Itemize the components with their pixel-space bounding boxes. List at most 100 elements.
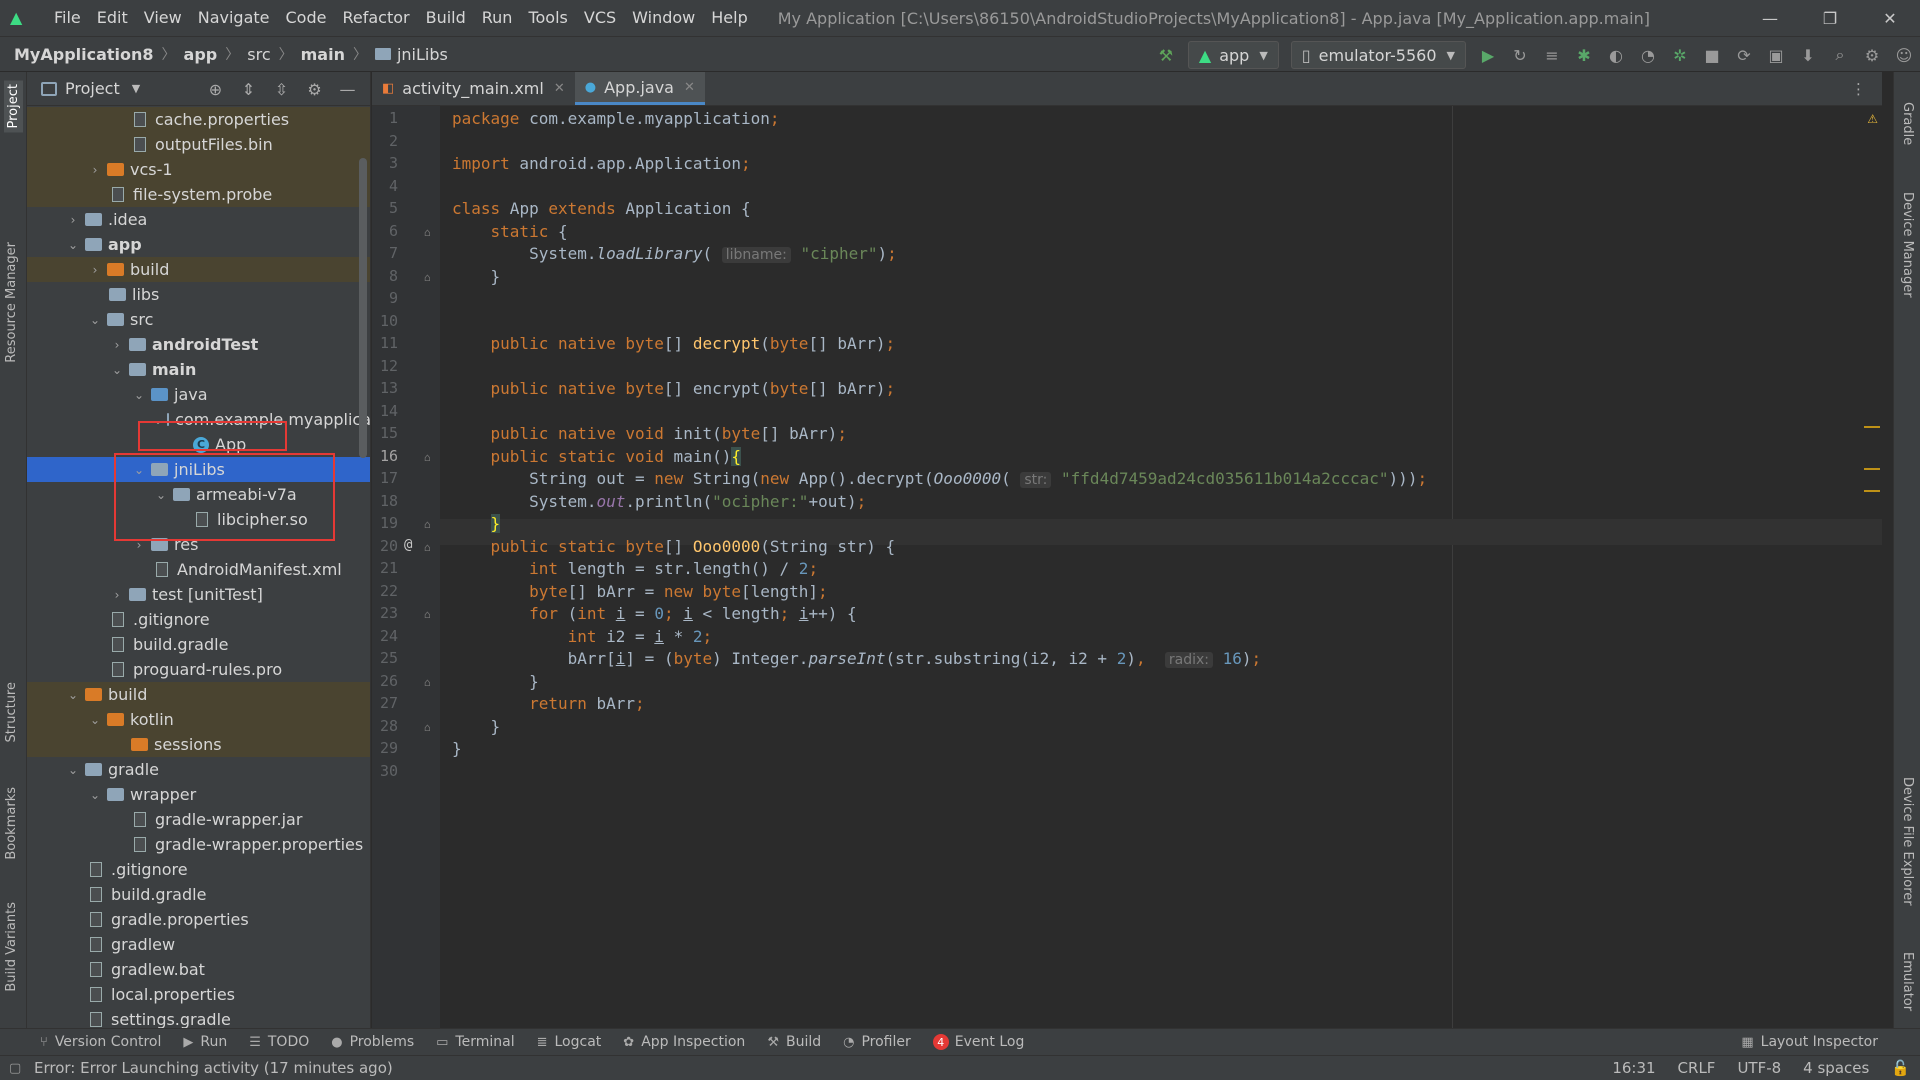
code-line[interactable]: public native byte[] decrypt(byte[] bArr… <box>452 334 896 353</box>
chevron-down-icon[interactable]: ⌄ <box>65 688 81 702</box>
menu-navigate[interactable]: Navigate <box>190 0 278 36</box>
tree-item[interactable]: ⌄ main <box>27 357 370 382</box>
more-tabs-icon[interactable]: ⋮ <box>1851 80 1866 98</box>
code-line[interactable]: String out = new String(new App().decryp… <box>452 469 1427 488</box>
code-line[interactable]: static { <box>452 222 568 241</box>
tree-scrollbar[interactable] <box>359 158 367 458</box>
tool-layout-inspector[interactable]: ▦ Layout Inspector <box>1741 1034 1878 1050</box>
chevron-right-icon[interactable]: › <box>87 263 103 277</box>
options-gear-icon[interactable]: ⚙ <box>298 80 331 99</box>
tree-item[interactable]: › vcs-1 <box>27 157 370 182</box>
chevron-down-icon[interactable]: ⌄ <box>87 788 103 802</box>
debug-icon[interactable]: ✱ <box>1568 41 1600 69</box>
code-line[interactable]: public static void main(){ <box>452 447 741 466</box>
device-select[interactable]: ▯ emulator-5560 ▼ <box>1290 41 1466 69</box>
code-line[interactable]: public native void init(byte[] bArr); <box>452 424 847 443</box>
lock-icon[interactable]: 🔓 <box>1891 1059 1910 1077</box>
fold-marker-icon[interactable]: ⌂ <box>424 721 431 734</box>
tree-item[interactable]: .gitignore <box>27 857 370 882</box>
code-line[interactable]: } <box>452 739 462 758</box>
code-line[interactable]: } <box>452 717 501 736</box>
fold-marker-icon[interactable]: ⌂ <box>424 676 431 689</box>
tree-item[interactable]: gradlew <box>27 932 370 957</box>
code-line[interactable]: int length = str.length() / 2; <box>452 559 818 578</box>
fold-marker-icon[interactable]: ⌂ <box>424 608 431 621</box>
tree-item[interactable]: outputFiles.bin <box>27 132 370 157</box>
sync-gradle-icon[interactable]: ⟳ <box>1728 41 1760 69</box>
tree-item[interactable]: ⌄ wrapper <box>27 782 370 807</box>
code-line[interactable]: class App extends Application { <box>452 199 751 218</box>
collapse-all-icon[interactable]: ⇳ <box>265 80 298 99</box>
code-line[interactable]: byte[] bArr = new byte[length]; <box>452 582 828 601</box>
status-message[interactable]: Error: Error Launching activity (17 minu… <box>34 1059 393 1077</box>
menu-run[interactable]: Run <box>474 0 521 36</box>
scroll-marker[interactable] <box>1864 468 1880 470</box>
tree-item[interactable]: file-system.probe <box>27 182 370 207</box>
tool-window-device-file-explorer[interactable]: Device File Explorer <box>1900 777 1915 906</box>
make-project-hammer-icon[interactable]: ⚒ <box>1150 41 1182 69</box>
fold-marker-icon[interactable]: ⌂ <box>424 518 431 531</box>
breadcrumb-app[interactable]: app <box>184 45 218 64</box>
locate-file-icon[interactable]: ⊕ <box>199 80 232 99</box>
chevron-down-icon[interactable]: ▼ <box>132 82 140 95</box>
account-avatar-icon[interactable]: ☺ <box>1888 41 1920 69</box>
code-line[interactable]: for (int i = 0; i < length; i++) { <box>452 604 857 623</box>
code-line[interactable]: import android.app.Application; <box>452 154 751 173</box>
project-panel-title[interactable]: Project <box>65 79 120 98</box>
code-line[interactable]: } <box>452 672 539 691</box>
breadcrumb-main[interactable]: main <box>301 45 345 64</box>
tool-window-structure[interactable]: Structure <box>4 682 19 742</box>
tool-window-build-variants[interactable]: Build Variants <box>4 902 19 992</box>
tree-item[interactable]: ⌄ gradle <box>27 757 370 782</box>
tree-item[interactable]: ⌄ kotlin <box>27 707 370 732</box>
tree-item[interactable]: ⌄ src <box>27 307 370 332</box>
run-icon[interactable]: ▶ <box>1472 41 1504 69</box>
chevron-down-icon[interactable]: ⌄ <box>131 388 147 402</box>
close-icon[interactable]: ✕ <box>1860 0 1920 36</box>
tool-run[interactable]: ▶ Run <box>183 1034 227 1050</box>
chevron-down-icon[interactable]: ⌄ <box>87 313 103 327</box>
tool-version-control[interactable]: ⑂ Version Control <box>40 1034 161 1050</box>
code-line[interactable]: package com.example.myapplication; <box>452 109 780 128</box>
tree-item[interactable]: gradle-wrapper.properties <box>27 832 370 857</box>
tree-item[interactable]: ⌄ build <box>27 682 370 707</box>
menu-edit[interactable]: Edit <box>89 0 136 36</box>
chevron-right-icon[interactable]: › <box>109 338 125 352</box>
scroll-marker[interactable] <box>1864 490 1880 492</box>
menu-refactor[interactable]: Refactor <box>334 0 417 36</box>
minimize-icon[interactable]: — <box>1740 0 1800 36</box>
close-tab-icon[interactable]: ✕ <box>684 80 695 95</box>
menu-view[interactable]: View <box>136 0 190 36</box>
stop-icon[interactable]: ■ <box>1696 41 1728 69</box>
override-marker-icon[interactable]: @ <box>404 537 412 553</box>
code-line[interactable]: System.loadLibrary( libname: "cipher"); <box>452 244 897 263</box>
editor-scrollbar[interactable]: ⚠ <box>1862 106 1882 1028</box>
menu-code[interactable]: Code <box>278 0 335 36</box>
code-line[interactable]: int i2 = i * 2; <box>452 627 713 646</box>
code-line[interactable]: bArr[i] = (byte) Integer.parseInt(str.su… <box>452 649 1261 668</box>
indent-setting[interactable]: 4 spaces <box>1803 1059 1869 1077</box>
code-line[interactable]: public static byte[] Ooo0000(String str)… <box>452 537 896 556</box>
tree-item[interactable]: settings.gradle <box>27 1007 370 1028</box>
tree-item[interactable]: cache.properties <box>27 107 370 132</box>
code-line[interactable]: return bArr; <box>452 694 645 713</box>
file-encoding[interactable]: UTF-8 <box>1737 1059 1781 1077</box>
scroll-marker[interactable] <box>1864 426 1880 428</box>
tree-item[interactable]: sessions <box>27 732 370 757</box>
warning-icon[interactable]: ⚠ <box>1867 112 1878 126</box>
menu-help[interactable]: Help <box>703 0 755 36</box>
code-view[interactable]: 1 2 3 4 5 6 7 8 9 10 11 12 13 14 15 16 1… <box>372 106 1882 1028</box>
tool-window-gradle[interactable]: Gradle <box>1900 102 1915 145</box>
tree-item[interactable]: libs <box>27 282 370 307</box>
tree-item[interactable]: proguard-rules.pro <box>27 657 370 682</box>
tree-item[interactable]: gradlew.bat <box>27 957 370 982</box>
chevron-down-icon[interactable]: ⌄ <box>65 238 81 252</box>
tool-problems[interactable]: ● Problems <box>331 1034 414 1050</box>
chevron-right-icon[interactable]: › <box>109 588 125 602</box>
breadcrumb-project[interactable]: MyApplication8 <box>14 45 154 64</box>
chevron-down-icon[interactable]: ⌄ <box>65 763 81 777</box>
menu-build[interactable]: Build <box>418 0 474 36</box>
tool-window-bookmarks[interactable]: Bookmarks <box>4 787 19 860</box>
code-line[interactable]: } <box>452 267 501 286</box>
breadcrumb-src[interactable]: src <box>247 45 270 64</box>
